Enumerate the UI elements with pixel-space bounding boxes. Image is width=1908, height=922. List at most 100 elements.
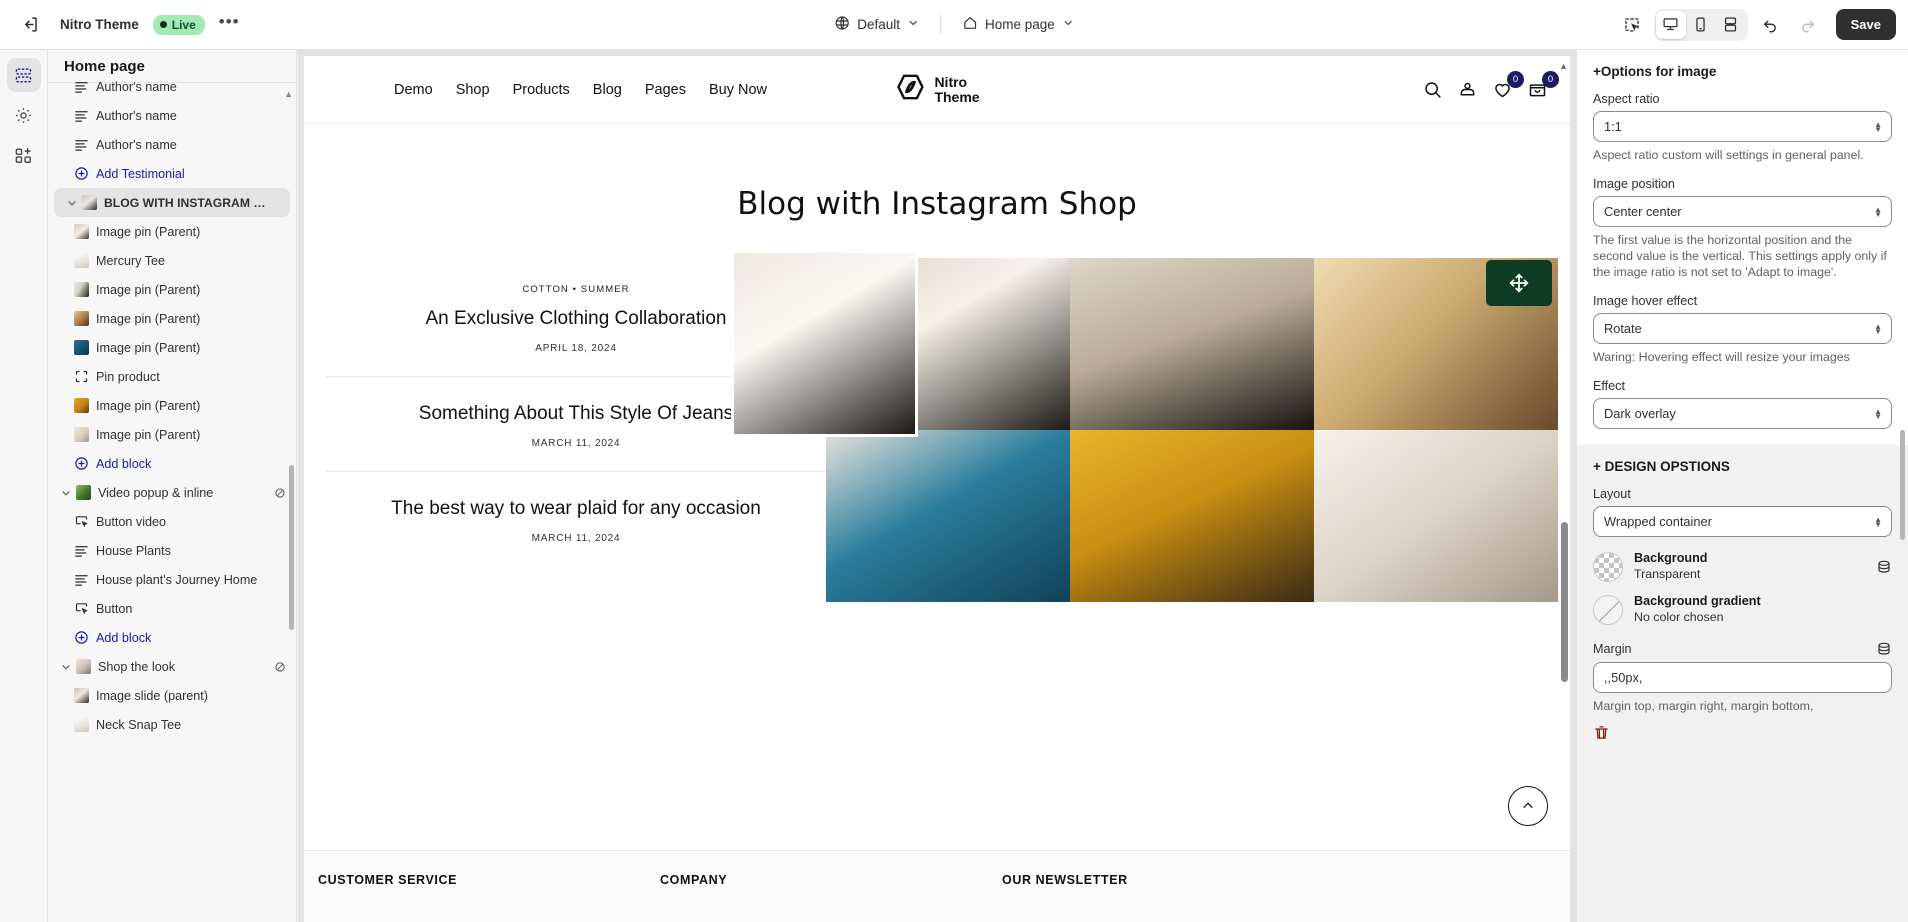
aspect-ratio-select[interactable]: 1:1 ▲ ▼ — [1593, 111, 1892, 142]
text-lines-icon — [74, 543, 89, 558]
design-options-section: + DESIGN OPSTIONS Layout Wrapped contain… — [1577, 445, 1908, 762]
search-icon[interactable] — [1422, 79, 1443, 100]
tree-item-label: Neck Snap Tee — [96, 717, 182, 732]
drag-move-icon[interactable] — [1486, 260, 1552, 306]
home-icon — [962, 15, 978, 34]
selected-image-pin[interactable] — [731, 250, 918, 437]
tree-section-row[interactable]: BLOG WITH INSTAGRAM SHOP — [54, 188, 290, 217]
blog-post-item[interactable]: The best way to wear plaid for any occas… — [326, 472, 826, 566]
account-icon[interactable] — [1457, 79, 1478, 100]
instagram-tile[interactable] — [731, 250, 1070, 437]
scroll-to-top-button[interactable] — [1508, 786, 1548, 826]
tree-block-row[interactable]: Image pin (Parent) — [48, 217, 296, 246]
tree-block-row[interactable]: Image pin (Parent) — [48, 333, 296, 362]
store-nav-item[interactable]: Pages — [645, 82, 686, 98]
effect-select[interactable]: Dark overlay ▲ ▼ — [1593, 398, 1892, 429]
right-panel-scrollbar[interactable] — [1900, 430, 1905, 540]
instagram-tile[interactable] — [1314, 430, 1558, 602]
tree-block-row[interactable]: Author's name — [48, 72, 296, 101]
tree-item-label: Add block — [96, 630, 152, 645]
left-panel-scrollbar[interactable] — [289, 465, 294, 630]
preview-page-title: Blog with Instagram Shop — [737, 186, 1137, 222]
text-lines-icon — [74, 572, 89, 587]
page-selector[interactable]: Home page — [953, 10, 1083, 39]
tree-item-label: Button — [96, 601, 133, 616]
image-hover-effect-select[interactable]: Rotate ▲ ▼ — [1593, 313, 1892, 344]
chevron-down-icon — [907, 17, 919, 32]
background-row[interactable]: Background Transparent — [1593, 551, 1892, 582]
instagram-tile[interactable] — [1070, 258, 1314, 430]
store-footer: CUSTOMER SERVICE COMPANY OUR NEWSLETTER — [304, 850, 1570, 922]
fullscreen-icon[interactable] — [1716, 11, 1746, 39]
cart-icon[interactable]: 0 — [1527, 71, 1559, 100]
chevron-down-icon — [1062, 17, 1074, 32]
image-position-select[interactable]: Center center ▲ ▼ — [1593, 196, 1892, 227]
background-gradient-title: Background gradient — [1634, 594, 1761, 608]
image-position-help: The first value is the horizontal positi… — [1593, 233, 1887, 279]
tree-add-row[interactable]: Add block — [48, 623, 296, 652]
eye-off-icon[interactable] — [273, 486, 287, 500]
tree-add-row[interactable]: Add block — [48, 449, 296, 478]
tree-block-row[interactable]: House plant's Journey Home — [48, 565, 296, 594]
store-nav-item[interactable]: Demo — [394, 82, 433, 98]
layout-select[interactable]: Wrapped container ▲ ▼ — [1593, 506, 1892, 537]
blog-post-title[interactable]: The best way to wear plaid for any occas… — [326, 498, 826, 520]
tree-block-row[interactable]: Image pin (Parent) — [48, 420, 296, 449]
exit-icon[interactable] — [14, 9, 46, 41]
instagram-tile[interactable] — [1070, 430, 1314, 602]
database-icon[interactable] — [1876, 641, 1892, 657]
delete-section-icon[interactable] — [1593, 724, 1892, 746]
pin-product-icon — [74, 369, 89, 384]
template-selector[interactable]: Default — [825, 10, 928, 39]
tree-block-row[interactable]: Button video — [48, 507, 296, 536]
tree-block-row[interactable]: Image pin (Parent) — [48, 391, 296, 420]
tree-block-row[interactable]: Button — [48, 594, 296, 623]
store-nav-item[interactable]: Buy Now — [709, 82, 767, 98]
tree-block-row[interactable]: Pin product — [48, 362, 296, 391]
store-nav-item[interactable]: Products — [513, 82, 570, 98]
more-options-button[interactable]: ••• — [219, 13, 240, 33]
tree-section-row[interactable]: Video popup & inline — [48, 478, 296, 507]
instagram-tile[interactable] — [826, 430, 1070, 602]
background-gradient-row[interactable]: Background gradient No color chosen — [1593, 594, 1892, 625]
margin-input[interactable]: ,,50px, — [1593, 662, 1892, 693]
tree-block-row[interactable]: House Plants — [48, 536, 296, 565]
inspector-icon[interactable] — [1616, 9, 1648, 41]
tree-section-row[interactable]: Shop the look — [48, 652, 296, 681]
undo-icon[interactable] — [1754, 9, 1786, 41]
mobile-icon[interactable] — [1686, 11, 1716, 39]
tree-item-label: Image pin (Parent) — [96, 282, 201, 297]
sidebar-item-settings[interactable] — [7, 98, 41, 132]
store-logo[interactable]: Nitro Theme — [894, 71, 980, 108]
store-nav-item[interactable]: Shop — [456, 82, 490, 98]
blog-post-date: MARCH 11, 2024 — [531, 438, 621, 449]
canvas-scrollbar[interactable] — [1561, 522, 1568, 682]
tree-block-row[interactable]: Mercury Tee — [48, 246, 296, 275]
chevron-down-icon[interactable] — [62, 197, 82, 209]
tree-block-row[interactable]: Image slide (parent) — [48, 681, 296, 710]
tree-block-row[interactable]: Image pin (Parent) — [48, 304, 296, 333]
wishlist-heart-icon[interactable]: 0 — [1492, 71, 1524, 100]
instagram-tile[interactable] — [1314, 258, 1558, 430]
tree-add-row[interactable]: Add Testimonial — [48, 159, 296, 188]
save-button[interactable]: Save — [1835, 9, 1896, 40]
database-icon[interactable] — [1876, 559, 1892, 575]
tree-block-row[interactable]: Author's name — [48, 130, 296, 159]
tree-item-label: Add Testimonial — [96, 166, 185, 181]
tree-block-row[interactable]: Image pin (Parent) — [48, 275, 296, 304]
tree-block-row[interactable]: Author's name — [48, 101, 296, 130]
background-gradient-swatch[interactable] — [1593, 594, 1623, 625]
live-dot-icon — [159, 21, 167, 28]
sidebar-item-apps[interactable] — [7, 138, 41, 172]
background-gradient-value: No color chosen — [1634, 610, 1724, 624]
template-selector-label: Default — [857, 17, 900, 32]
eye-off-icon[interactable] — [273, 660, 287, 674]
store-nav-item[interactable]: Blog — [593, 82, 622, 98]
tree-block-row[interactable]: Neck Snap Tee — [48, 710, 296, 739]
chevron-down-icon[interactable] — [56, 661, 76, 673]
margin-label-row: Margin — [1593, 641, 1892, 657]
chevron-down-icon[interactable] — [56, 487, 76, 499]
background-swatch[interactable] — [1593, 551, 1623, 582]
sidebar-item-sections[interactable] — [6, 58, 41, 92]
desktop-icon[interactable] — [1655, 10, 1686, 39]
